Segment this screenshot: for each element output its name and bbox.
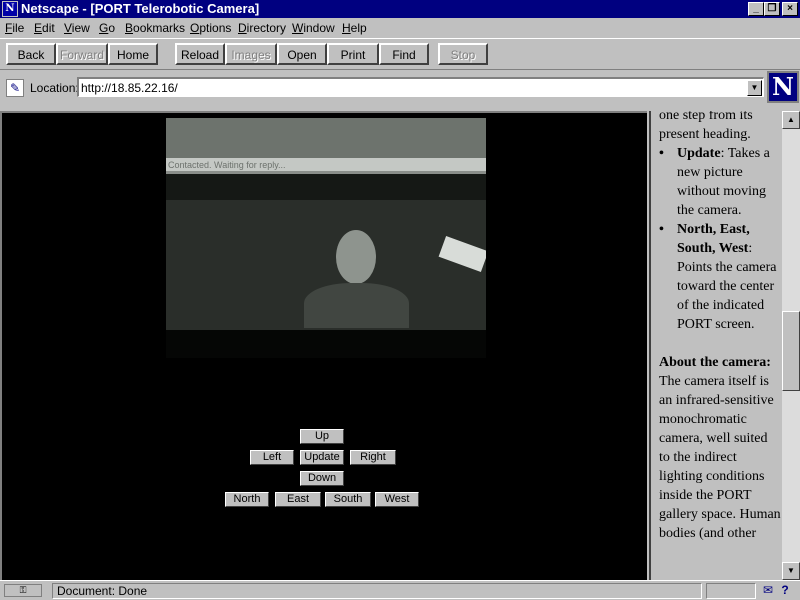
- menu-view[interactable]: View: [64, 20, 90, 36]
- help-text: one step from its present heading. • Upd…: [659, 111, 781, 543]
- minimize-button[interactable]: _: [748, 2, 764, 16]
- help-line-heading: one step from its present heading.: [659, 111, 753, 142]
- content-frame: Contacted. Waiting for reply... Up Left …: [0, 111, 647, 580]
- down-button[interactable]: Down: [300, 471, 344, 486]
- location-label: Location:: [30, 81, 79, 95]
- netscape-app-icon[interactable]: N: [2, 1, 18, 17]
- help-term-compass: North, East, South, West: [677, 222, 750, 256]
- toolbar: Back Forward Home Reload Images Open Pri…: [0, 38, 800, 70]
- camera-image: Contacted. Waiting for reply...: [166, 118, 486, 358]
- title-bar[interactable]: N Netscape - [PORT Telerobotic Camera] _…: [0, 0, 800, 18]
- south-button[interactable]: South: [325, 492, 371, 507]
- status-field: Document: Done: [52, 583, 702, 599]
- update-button[interactable]: Update: [300, 450, 344, 465]
- window-title: Netscape - [PORT Telerobotic Camera]: [21, 1, 260, 16]
- security-key-icon[interactable]: ⚿: [4, 584, 42, 597]
- about-camera-body: The camera itself is an infrared-sensiti…: [659, 374, 781, 541]
- close-button[interactable]: ×: [782, 2, 798, 16]
- netscape-logo[interactable]: N: [767, 71, 799, 103]
- camera-foreground: [166, 330, 486, 358]
- back-button[interactable]: Back: [6, 43, 56, 65]
- camera-person-head: [336, 230, 376, 284]
- camera-caption: Contacted. Waiting for reply...: [168, 160, 286, 170]
- print-button[interactable]: Print: [327, 43, 379, 65]
- menu-options[interactable]: Options: [190, 20, 231, 36]
- right-button[interactable]: Right: [350, 450, 396, 465]
- location-url[interactable]: http://18.85.22.16/: [81, 80, 178, 96]
- menu-file[interactable]: File: [5, 20, 24, 36]
- help-item-update: • Update: Takes a new picture without mo…: [659, 144, 781, 220]
- images-button[interactable]: Images: [225, 43, 277, 65]
- menu-directory[interactable]: Directory: [238, 20, 286, 36]
- camera-person-body: [304, 283, 409, 328]
- reload-button[interactable]: Reload: [175, 43, 225, 65]
- camera-screen-bar: Contacted. Waiting for reply...: [166, 158, 486, 174]
- east-button[interactable]: East: [275, 492, 321, 507]
- open-button[interactable]: Open: [277, 43, 327, 65]
- help-item-compass: • North, East, South, West: Points the c…: [659, 220, 781, 334]
- find-button[interactable]: Find: [379, 43, 429, 65]
- north-button[interactable]: North: [225, 492, 269, 507]
- scroll-up-icon[interactable]: ▲: [782, 111, 800, 129]
- status-text: Document: Done: [57, 584, 148, 598]
- scroll-thumb[interactable]: [782, 311, 800, 391]
- help-term-update: Update: [677, 146, 721, 161]
- menu-bookmarks[interactable]: Bookmarks: [125, 20, 185, 36]
- about-camera-heading: About the camera:: [659, 355, 771, 370]
- chevron-down-icon[interactable]: ▼: [747, 80, 762, 96]
- vertical-scrollbar[interactable]: ▲ ▼: [782, 111, 800, 580]
- help-icon[interactable]: ?: [778, 584, 792, 597]
- menu-window[interactable]: Window: [292, 20, 335, 36]
- camera-ceiling: [166, 118, 486, 158]
- home-button[interactable]: Home: [108, 43, 158, 65]
- up-button[interactable]: Up: [300, 429, 344, 444]
- restore-button[interactable]: ❐: [764, 2, 780, 16]
- help-frame: one step from its present heading. • Upd…: [649, 111, 782, 580]
- forward-button[interactable]: Forward: [56, 43, 108, 65]
- bullet-icon: •: [659, 146, 664, 161]
- scroll-down-icon[interactable]: ▼: [782, 562, 800, 580]
- menu-go[interactable]: Go: [99, 20, 115, 36]
- menu-edit[interactable]: Edit: [34, 20, 55, 36]
- progress-field: [706, 583, 756, 599]
- menu-bar: File Edit View Go Bookmarks Options Dire…: [0, 18, 800, 38]
- stop-button[interactable]: Stop: [438, 43, 488, 65]
- bookmark-link-icon[interactable]: ✎: [6, 79, 24, 97]
- location-bar: ✎ Location: http://18.85.22.16/ ▼ N: [0, 71, 800, 107]
- bullet-icon: •: [659, 222, 664, 237]
- status-bar: ⚿ Document: Done ✉ ?: [0, 580, 800, 600]
- left-button[interactable]: Left: [250, 450, 294, 465]
- west-button[interactable]: West: [375, 492, 419, 507]
- menu-help[interactable]: Help: [342, 20, 367, 36]
- location-input[interactable]: http://18.85.22.16/ ▼: [77, 77, 764, 97]
- mail-icon[interactable]: ✉: [760, 584, 776, 597]
